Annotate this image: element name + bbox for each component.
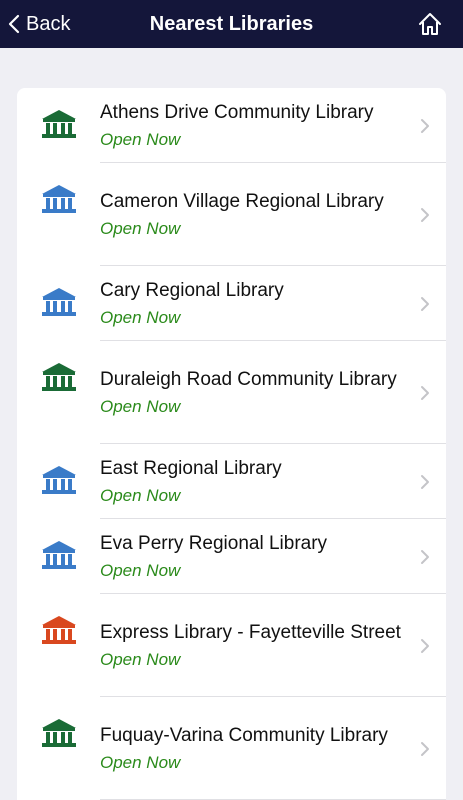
library-list: Athens Drive Community Library Open Now Ca…	[17, 88, 446, 800]
library-row[interactable]: Athens Drive Community Library Open Now	[17, 88, 446, 163]
library-text: Express Library - Fayetteville Street Ope…	[100, 619, 410, 673]
library-row[interactable]: Cary Regional Library Open Now	[17, 266, 446, 341]
library-name: Cary Regional Library	[100, 279, 284, 301]
library-name: Express Library - Fayetteville Street	[100, 621, 401, 643]
chevron-right-icon	[420, 549, 430, 565]
library-status: Open Now	[100, 218, 181, 238]
library-status: Open Now	[100, 752, 181, 772]
library-name: Cameron Village Regional Library	[100, 190, 384, 212]
library-text: Eva Perry Regional Library Open Now	[100, 530, 410, 584]
chevron-right-icon	[420, 741, 430, 757]
library-row[interactable]: Eva Perry Regional Library Open Now	[17, 519, 446, 594]
chevron-right-icon	[420, 207, 430, 223]
library-text: Fuquay-Varina Community Library Open Now	[100, 722, 410, 776]
library-building-icon	[40, 361, 78, 393]
library-text: Duraleigh Road Community Library Open Now	[100, 366, 410, 420]
library-building-icon	[40, 614, 78, 646]
library-name: Duraleigh Road Community Library	[100, 368, 397, 390]
back-label: Back	[26, 12, 71, 35]
library-status: Open Now	[100, 307, 181, 327]
library-text: Cameron Village Regional Library Open Now	[100, 188, 410, 242]
library-row[interactable]: Cameron Village Regional Library Open Now	[17, 163, 446, 266]
back-button[interactable]: Back	[8, 0, 70, 48]
chevron-right-icon	[420, 296, 430, 312]
library-building-icon	[40, 108, 78, 140]
library-text: East Regional Library Open Now	[100, 455, 410, 509]
chevron-left-icon	[8, 14, 20, 34]
library-name: Athens Drive Community Library	[100, 101, 374, 123]
library-building-icon	[40, 717, 78, 749]
library-name: Fuquay-Varina Community Library	[100, 724, 388, 746]
library-building-icon	[40, 286, 78, 318]
home-icon	[419, 13, 441, 35]
library-status: Open Now	[100, 396, 181, 416]
chevron-right-icon	[420, 118, 430, 134]
library-building-icon	[40, 539, 78, 571]
library-name: East Regional Library	[100, 457, 282, 479]
library-row[interactable]: Duraleigh Road Community Library Open Now	[17, 341, 446, 444]
library-row[interactable]: Express Library - Fayetteville Street Ope…	[17, 594, 446, 697]
library-row[interactable]: East Regional Library Open Now	[17, 444, 446, 519]
library-status: Open Now	[100, 485, 181, 505]
library-building-icon	[40, 464, 78, 496]
library-building-icon	[40, 183, 78, 215]
chevron-right-icon	[420, 385, 430, 401]
navigation-bar: Back Nearest Libraries	[0, 0, 463, 48]
library-status: Open Now	[100, 129, 181, 149]
home-button[interactable]	[417, 11, 443, 37]
library-row[interactable]: Fuquay-Varina Community Library Open Now	[17, 697, 446, 800]
library-text: Athens Drive Community Library Open Now	[100, 99, 410, 153]
library-name: Eva Perry Regional Library	[100, 532, 328, 554]
chevron-right-icon	[420, 474, 430, 490]
chevron-right-icon	[420, 638, 430, 654]
library-text: Cary Regional Library Open Now	[100, 277, 410, 331]
library-status: Open Now	[100, 560, 181, 580]
library-status: Open Now	[100, 649, 181, 669]
